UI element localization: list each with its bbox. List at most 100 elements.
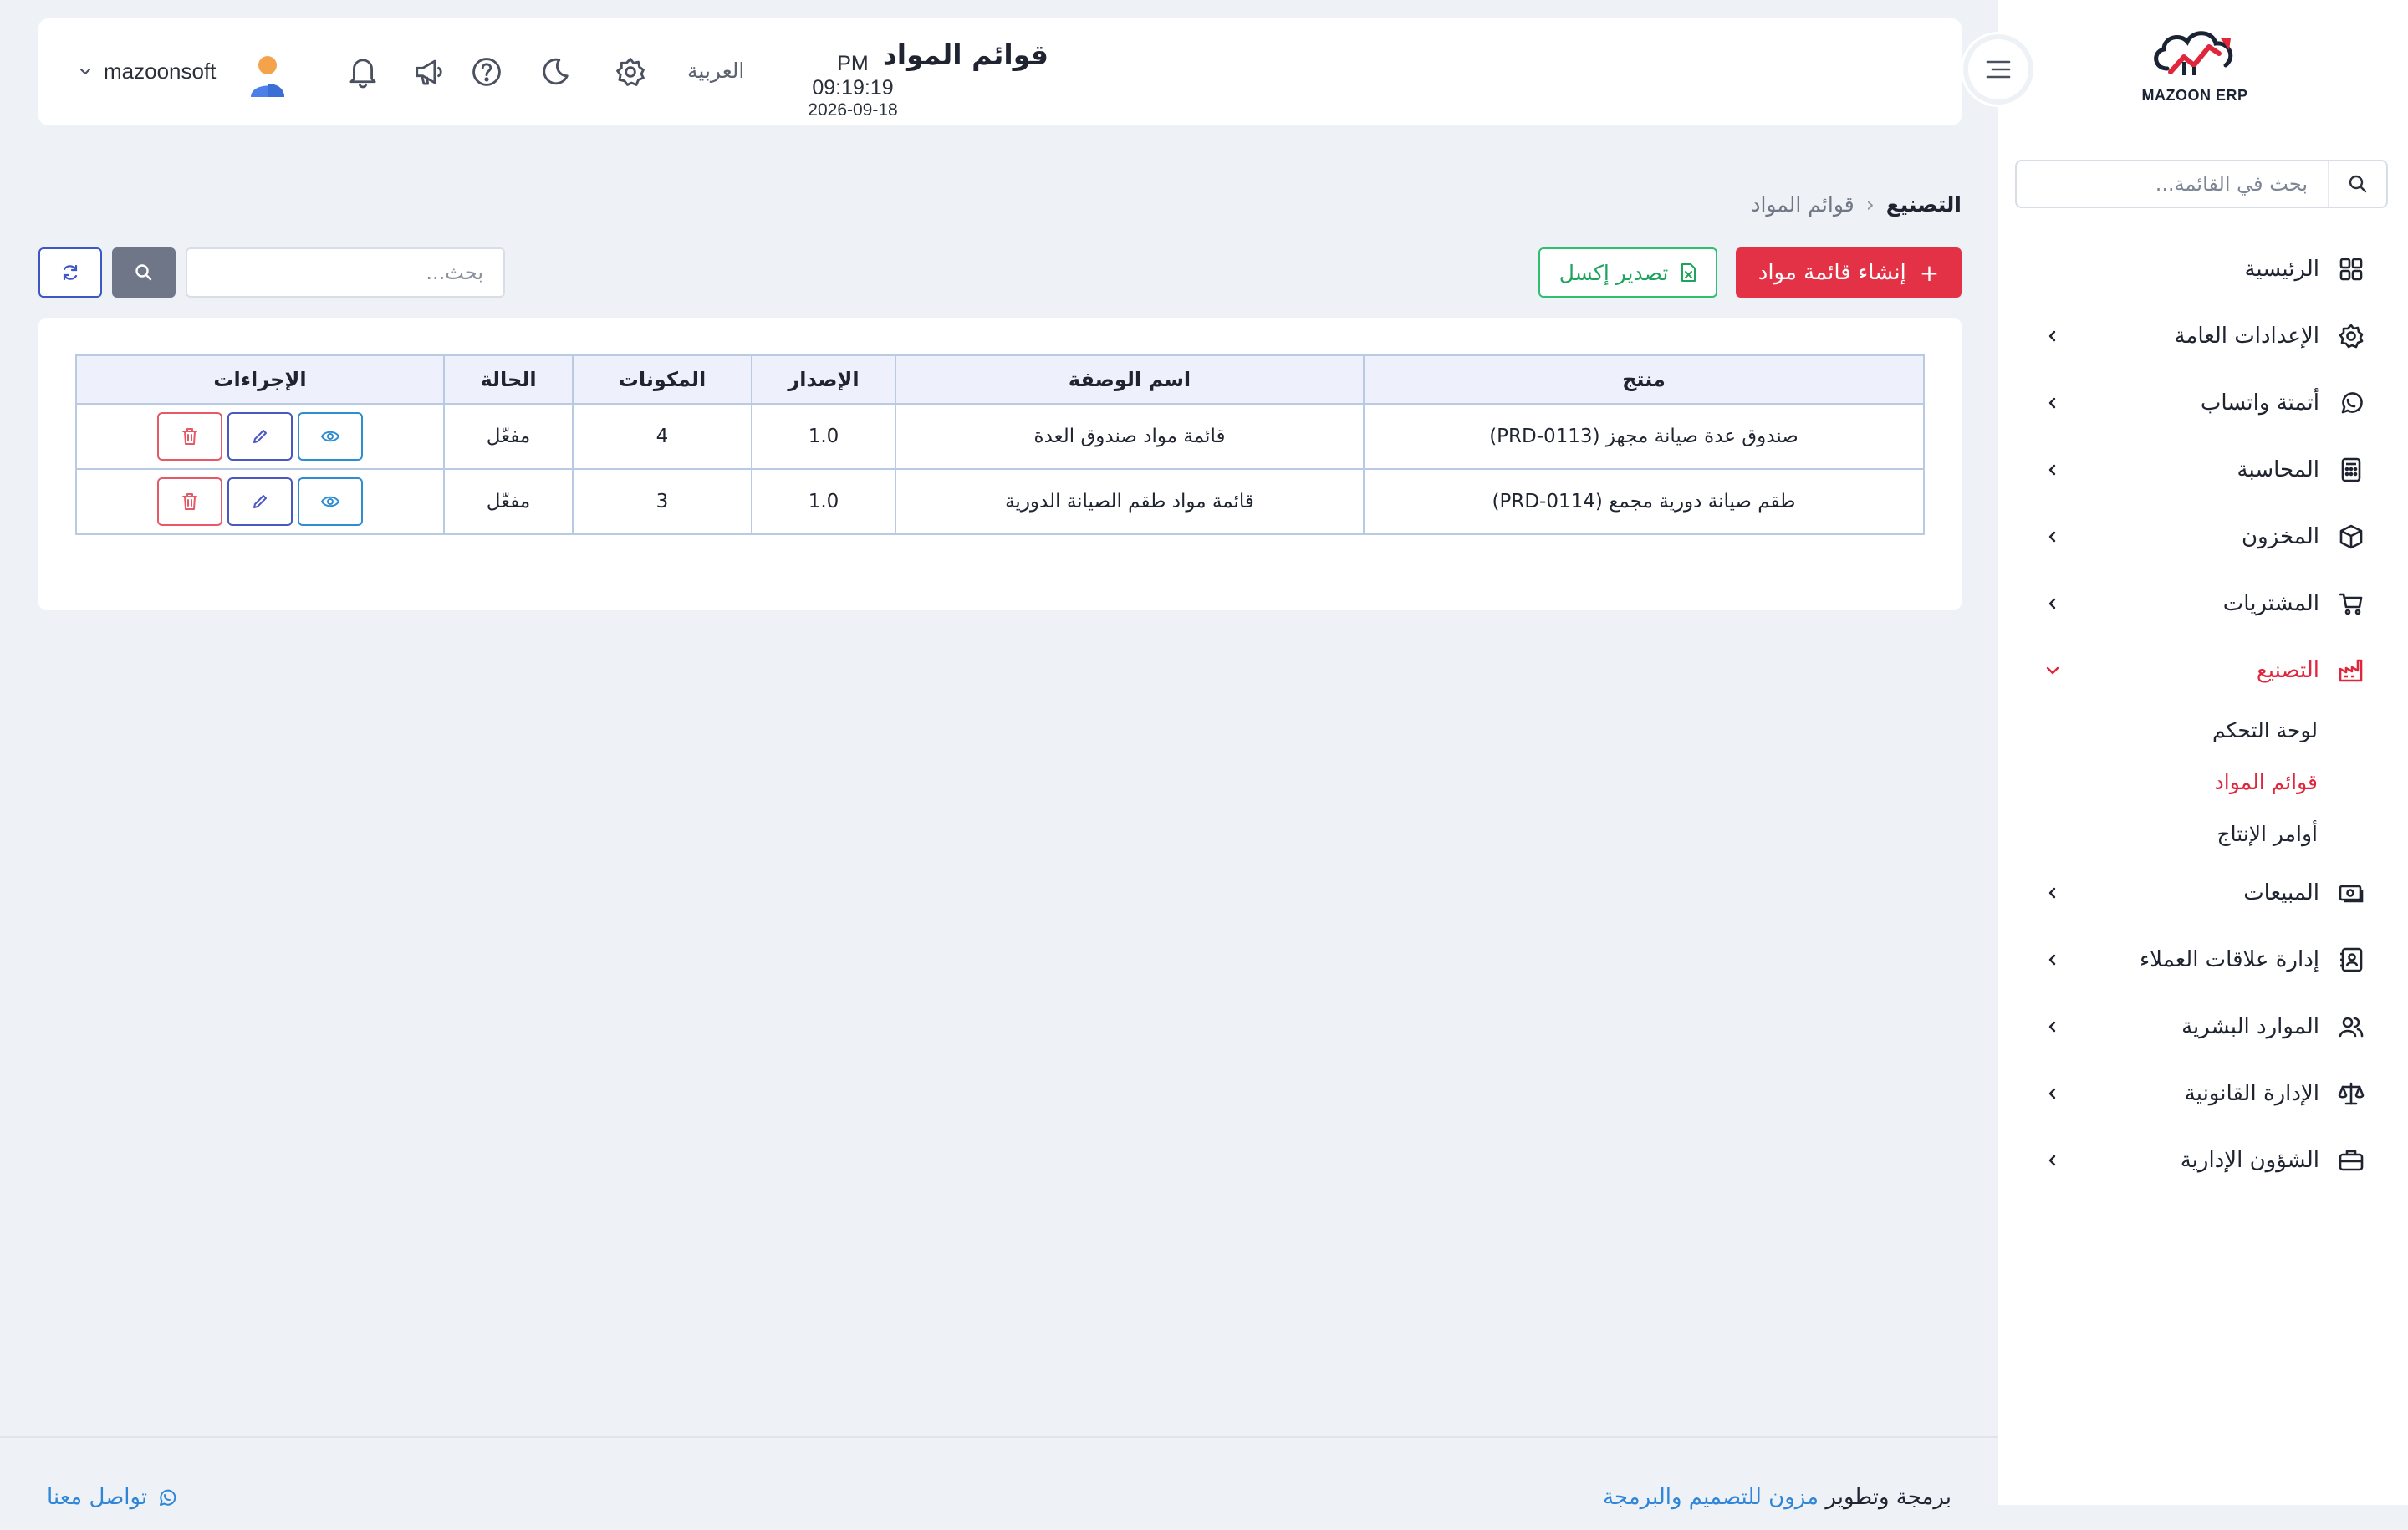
- sidebar-item-accounting[interactable]: المحاسبة: [1998, 436, 2408, 503]
- table-header-row: منتج اسم الوصفة الإصدار المكونات الحالة …: [75, 354, 1925, 405]
- sidebar-item-label: المحاسبة: [2237, 457, 2319, 482]
- sidebar-item-crm[interactable]: إدارة علاقات العملاء: [1998, 926, 2408, 993]
- help-icon[interactable]: [468, 54, 505, 90]
- cell-components: 3: [572, 468, 752, 535]
- table-row: طقم صيانة دورية مجمع (PRD-0114) قائمة مو…: [75, 468, 1925, 535]
- sidebar-item-legal[interactable]: الإدارة القانونية: [1998, 1060, 2408, 1127]
- sidebar-subitem-label: قوائم المواد: [2214, 769, 2318, 794]
- settings-icon[interactable]: [612, 54, 649, 90]
- language-switcher[interactable]: العربية: [687, 59, 744, 83]
- sidebar-subitem-label: لوحة التحكم: [2212, 717, 2318, 742]
- sidebar-item-label: إدارة علاقات العملاء: [2139, 947, 2319, 972]
- breadcrumb-current: قوائم المواد: [1751, 192, 1854, 217]
- sidebar-item-label: المخزون: [2242, 524, 2319, 549]
- excel-file-icon: [1680, 263, 1696, 283]
- table-row: صندوق عدة صيانة مجهز (PRD-0113) قائمة مو…: [75, 403, 1925, 470]
- sidebar-item-sales[interactable]: المبيعات: [1998, 859, 2408, 926]
- cell-status: مفعّل: [443, 403, 574, 470]
- cell-recipe: قائمة مواد طقم الصيانة الدورية: [895, 468, 1365, 535]
- cell-product: طقم صيانة دورية مجمع (PRD-0114): [1363, 468, 1925, 535]
- column-header-actions: الإجراءات: [75, 354, 445, 405]
- refresh-icon: [60, 263, 80, 283]
- sidebar-item-label: الشؤون الإدارية: [2180, 1148, 2319, 1173]
- sidebar-search-input[interactable]: [2017, 161, 2328, 207]
- briefcase-icon: [2336, 1145, 2366, 1176]
- delete-button[interactable]: [157, 412, 222, 461]
- bom-table-card: منتج اسم الوصفة الإصدار المكونات الحالة …: [38, 318, 1962, 610]
- sidebar-subitem-label: أوامر الإنتاج: [2217, 821, 2318, 846]
- sidebar-item-label: الإدارة القانونية: [2184, 1081, 2319, 1106]
- footer: برمجة وتطوير مزون للتصميم والبرمجة تواصل…: [0, 1436, 1998, 1530]
- sidebar-subitem-production-orders[interactable]: أوامر الإنتاج: [1998, 808, 2408, 859]
- moon-icon[interactable]: [537, 54, 574, 90]
- sidebar-toggle-button[interactable]: [1961, 32, 2036, 107]
- sidebar-item-home[interactable]: الرئيسية: [1998, 236, 2408, 303]
- edit-button[interactable]: [227, 412, 293, 461]
- sidebar-item-label: الإعدادات العامة: [2174, 324, 2319, 349]
- plus-icon: +: [1919, 258, 1940, 287]
- contact-us-link[interactable]: تواصل معنا: [47, 1485, 177, 1510]
- view-button[interactable]: [298, 477, 363, 526]
- sidebar-item-purchases[interactable]: المشتريات: [1998, 570, 2408, 637]
- top-header: [38, 18, 1962, 125]
- sidebar-subitem-bom[interactable]: قوائم المواد: [1998, 756, 2408, 808]
- search-button[interactable]: [112, 247, 176, 298]
- sidebar-search: [2015, 160, 2388, 208]
- credit-link[interactable]: مزون للتصميم والبرمجة: [1603, 1485, 1819, 1510]
- column-header-components: المكونات: [572, 354, 752, 405]
- scale-icon: [2336, 1079, 2366, 1109]
- chevron-left-icon: [2040, 947, 2065, 972]
- delete-button[interactable]: [157, 477, 222, 526]
- view-button[interactable]: [298, 412, 363, 461]
- export-excel-button[interactable]: تصدير إكسل: [1538, 247, 1717, 298]
- megaphone-icon[interactable]: [411, 54, 448, 90]
- sidebar-item-hr[interactable]: الموارد البشرية: [1998, 993, 2408, 1060]
- cell-product: صندوق عدة صيانة مجهز (PRD-0113): [1363, 403, 1925, 470]
- column-header-version: الإصدار: [751, 354, 896, 405]
- trash-icon: [181, 492, 198, 511]
- sidebar-item-admin-affairs[interactable]: الشؤون الإدارية: [1998, 1127, 2408, 1194]
- sidebar-item-inventory[interactable]: المخزون: [1998, 503, 2408, 570]
- refresh-button[interactable]: [38, 247, 102, 298]
- whatsapp-icon: [157, 1487, 177, 1507]
- column-header-recipe: اسم الوصفة: [895, 354, 1365, 405]
- credit-prefix: برمجة وتطوير: [1825, 1485, 1951, 1510]
- chevron-left-icon: [2040, 524, 2065, 549]
- menu-icon: [1985, 58, 2012, 81]
- sidebar-item-whatsapp[interactable]: أتمتة واتساب: [1998, 370, 2408, 436]
- avatar[interactable]: [247, 54, 288, 99]
- sidebar-item-label: الرئيسية: [2244, 257, 2319, 282]
- column-header-status: الحالة: [443, 354, 574, 405]
- brand-name: MAZOON ERP: [2141, 87, 2248, 104]
- edit-button[interactable]: [227, 477, 293, 526]
- table-search-input[interactable]: [186, 247, 505, 298]
- chevron-down-icon: [79, 65, 92, 79]
- bom-table: منتج اسم الوصفة الإصدار المكونات الحالة …: [75, 354, 1925, 535]
- bell-icon[interactable]: [344, 54, 381, 90]
- brand-logo[interactable]: MAZOON ERP: [2132, 25, 2258, 117]
- chevron-left-icon: [2040, 591, 2065, 616]
- cell-components: 4: [572, 403, 752, 470]
- chevron-left-icon: [2040, 324, 2065, 349]
- factory-icon: [2336, 655, 2366, 686]
- create-bom-label: إنشاء قائمة مواد: [1758, 260, 1906, 285]
- sidebar-item-settings[interactable]: الإعدادات العامة: [1998, 303, 2408, 370]
- cell-version: 1.0: [751, 403, 896, 470]
- chevron-left-icon: [2040, 1014, 2065, 1039]
- sidebar-item-manufacturing[interactable]: التصنيع: [1998, 637, 2408, 704]
- breadcrumb-separator: ‹: [1865, 192, 1875, 217]
- contact-us-label: تواصل معنا: [47, 1485, 148, 1510]
- pencil-icon: [252, 428, 268, 445]
- cell-actions: [75, 403, 445, 470]
- chevron-left-icon: [2040, 457, 2065, 482]
- user-menu[interactable]: mazoonsoft: [79, 59, 216, 84]
- clock: PM 09:19:19 2026-09-18: [794, 52, 911, 120]
- breadcrumb-parent[interactable]: التصنيع: [1886, 192, 1962, 217]
- sidebar-subitem-dashboard[interactable]: لوحة التحكم: [1998, 704, 2408, 756]
- column-header-product: منتج: [1363, 354, 1925, 405]
- search-icon[interactable]: [2328, 161, 2386, 207]
- cash-icon: [2336, 878, 2366, 908]
- eye-icon: [320, 429, 340, 444]
- footer-credit: برمجة وتطوير مزون للتصميم والبرمجة: [1603, 1485, 1951, 1510]
- create-bom-button[interactable]: + إنشاء قائمة مواد: [1736, 247, 1962, 298]
